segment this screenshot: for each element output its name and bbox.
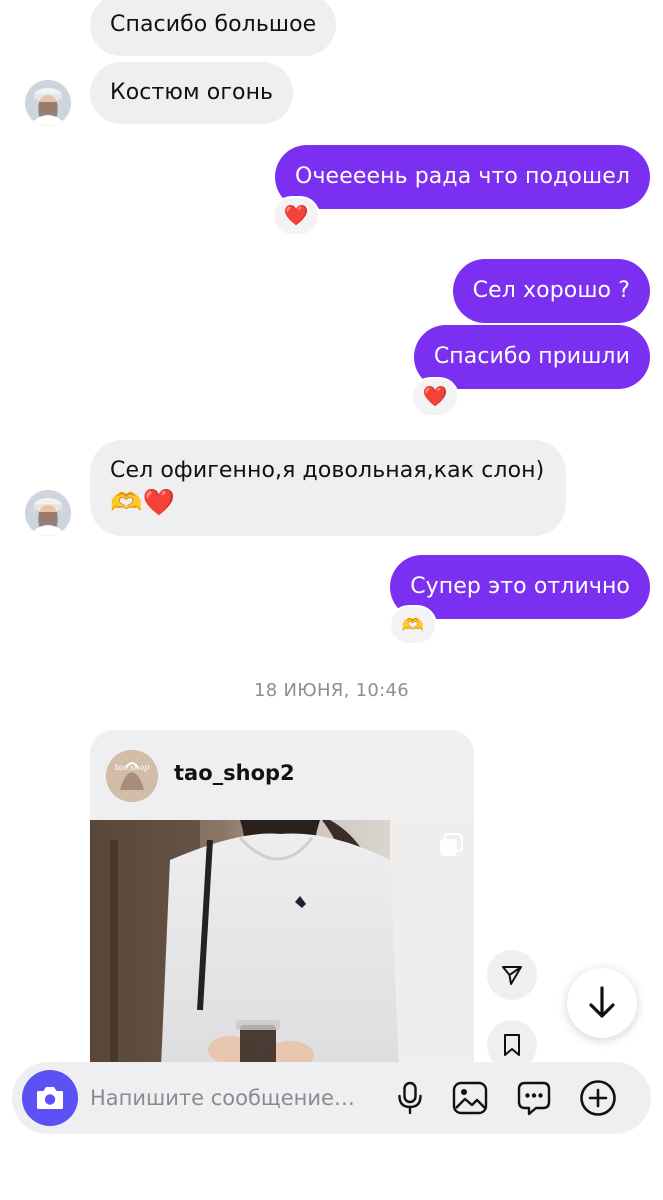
chat-screen: Спасибо большое Костюм огонь Очеееень ра…	[0, 0, 663, 1200]
svg-text:tao shop: tao shop	[115, 763, 150, 772]
incoming-message[interactable]: Сел офигенно,я довольная,как слон) 🫶❤️	[90, 440, 567, 536]
voice-message-button[interactable]	[390, 1078, 430, 1118]
message-text: Костюм огонь	[110, 80, 274, 105]
sticker-button[interactable]	[514, 1078, 554, 1118]
microphone-icon	[398, 1081, 422, 1115]
share-post-button[interactable]	[487, 950, 537, 1000]
message-reaction[interactable]: ❤️	[411, 377, 459, 417]
shared-post-card[interactable]: tao shop tao_shop2	[90, 730, 474, 1090]
message-text: Спасибо пришли	[433, 344, 630, 369]
heart-hands-icon: 🫶	[401, 615, 425, 635]
chat-bubble-icon	[517, 1081, 551, 1116]
message-reaction[interactable]: 🫶	[389, 605, 437, 645]
date-separator: 18 ИЮНЯ, 10:46	[253, 680, 410, 701]
camera-icon	[37, 1087, 63, 1109]
message-input[interactable]	[90, 1080, 380, 1116]
emoji-line: 🫶❤️	[110, 488, 175, 518]
image-icon	[452, 1081, 488, 1115]
shared-post-image[interactable]	[90, 820, 474, 1090]
incoming-message[interactable]: Спасибо большое	[90, 0, 337, 56]
contact-avatar[interactable]	[25, 80, 71, 126]
plus-circle-icon	[580, 1080, 616, 1116]
shared-post-avatar[interactable]: tao shop	[106, 750, 158, 802]
message-text: Сел офигенно,я довольная,как слон)	[110, 458, 545, 483]
outgoing-message[interactable]: Сел хорошо ?	[452, 259, 650, 323]
heart-icon: ❤️	[422, 386, 448, 408]
bookmark-icon	[504, 1034, 520, 1056]
message-reaction[interactable]: ❤️	[272, 196, 320, 236]
outgoing-message[interactable]: Очеееень рада что подошел	[275, 145, 650, 209]
shared-post-username[interactable]: tao_shop2	[174, 761, 295, 785]
message-composer	[12, 1062, 651, 1134]
heart-icon: ❤️	[283, 205, 309, 227]
message-text: Супер это отлично	[410, 574, 630, 599]
camera-button[interactable]	[22, 1070, 78, 1126]
arrow-down-icon	[589, 986, 615, 1018]
message-text: Очеееень рада что подошел	[295, 164, 630, 189]
multiple-photos-icon	[438, 832, 464, 858]
gallery-button[interactable]	[450, 1078, 490, 1118]
incoming-message[interactable]: Костюм огонь	[90, 62, 294, 124]
message-text: Спасибо большое	[110, 12, 317, 37]
contact-avatar[interactable]	[25, 490, 71, 536]
send-icon	[502, 966, 522, 985]
scroll-to-bottom-button[interactable]	[567, 968, 637, 1038]
more-options-button[interactable]	[578, 1078, 618, 1118]
message-text: Сел хорошо ?	[472, 278, 630, 303]
